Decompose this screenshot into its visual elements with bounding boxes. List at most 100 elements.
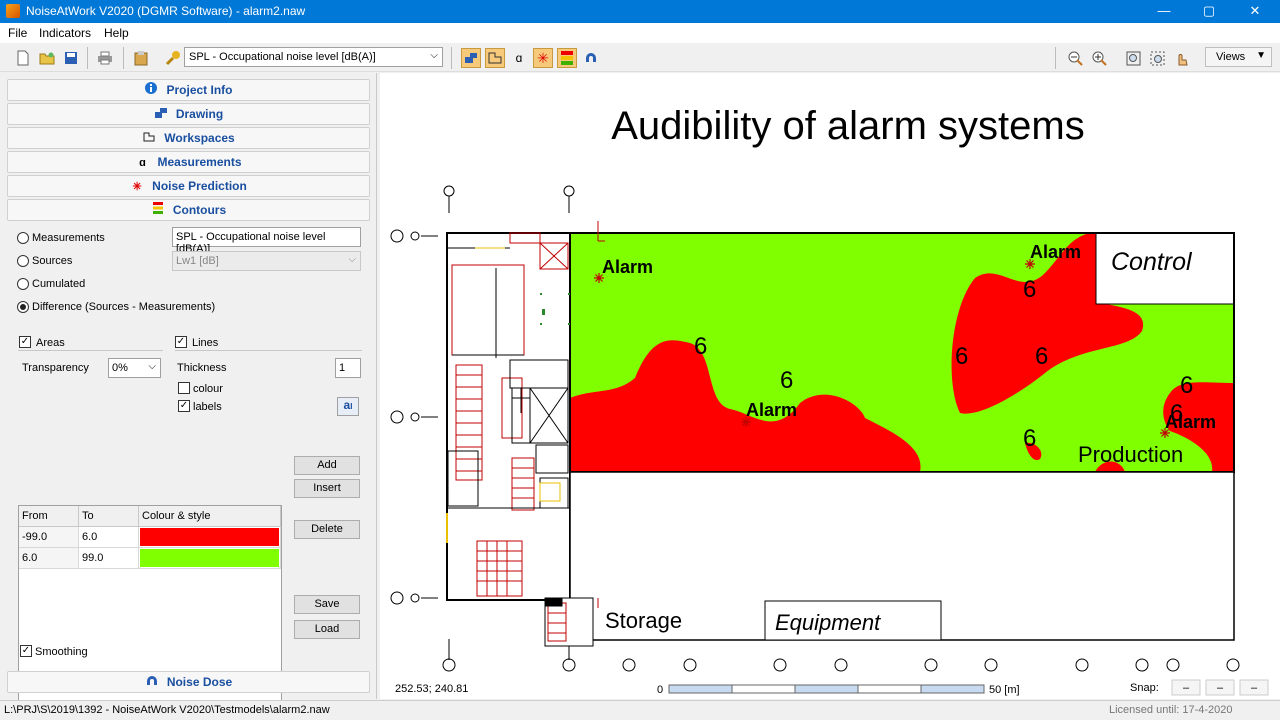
- app-icon: [6, 4, 20, 18]
- menu-help[interactable]: Help: [104, 26, 129, 40]
- thickness-input[interactable]: 1: [335, 358, 361, 378]
- radio-sources[interactable]: [17, 255, 29, 267]
- radio-measurements[interactable]: [17, 232, 29, 244]
- prediction-icon[interactable]: ✳: [533, 48, 553, 68]
- contour-label: 6: [1170, 400, 1183, 427]
- zoom-out-icon[interactable]: [1065, 48, 1085, 68]
- production-label: Production: [1078, 442, 1183, 467]
- delete-button[interactable]: Delete: [294, 520, 360, 539]
- sources-icon[interactable]: [461, 48, 481, 68]
- new-file-icon[interactable]: [13, 48, 33, 68]
- snap-value[interactable]: –: [1251, 682, 1258, 694]
- load-button[interactable]: Load: [294, 620, 360, 639]
- contours-icon: [151, 201, 165, 221]
- grid-marker: [443, 185, 455, 197]
- snap-value[interactable]: –: [1183, 682, 1190, 694]
- menu-bar: File Indicators Help: [0, 23, 1280, 43]
- labels-checkbox[interactable]: ✓: [178, 400, 190, 412]
- window-title: NoiseAtWork V2020 (DGMR Software) - alar…: [26, 4, 306, 18]
- alarm-label: Alarm: [1030, 242, 1081, 262]
- service-block: [446, 232, 571, 601]
- maximize-button[interactable]: ▢: [1186, 0, 1232, 23]
- control-label: Control: [1111, 248, 1193, 276]
- table-cell-from[interactable]: 6.0: [19, 548, 79, 569]
- contour-label: 6: [1180, 372, 1193, 399]
- table-cell-colour[interactable]: [139, 548, 281, 569]
- storage-label: Storage: [605, 608, 682, 633]
- close-button[interactable]: ✕: [1232, 0, 1278, 23]
- pan-icon[interactable]: [1171, 48, 1191, 68]
- measurement-icon[interactable]: ɑ: [509, 48, 529, 68]
- menu-indicators[interactable]: Indicators: [39, 26, 91, 40]
- save-button[interactable]: Save: [294, 595, 360, 614]
- zoom-in-icon[interactable]: [1089, 48, 1109, 68]
- workspace-icon[interactable]: [485, 48, 505, 68]
- radio-cumulated[interactable]: [17, 278, 29, 290]
- insert-button[interactable]: Insert: [294, 479, 360, 498]
- areas-label: Areas: [36, 337, 65, 349]
- noise-dose-icon: [145, 673, 159, 693]
- minimize-button[interactable]: —: [1141, 0, 1187, 23]
- contour-label: 6: [1023, 276, 1036, 303]
- status-bar: L:\PRJ\S\2019\1392 - NoiseAtWork V2020\T…: [0, 700, 1280, 720]
- section-noise-prediction[interactable]: ✳ Noise Prediction: [7, 175, 370, 197]
- areas-checkbox[interactable]: ✓: [19, 336, 31, 348]
- contour-label: 6: [1023, 425, 1036, 452]
- open-file-icon[interactable]: [37, 48, 57, 68]
- save-icon[interactable]: [61, 48, 81, 68]
- measurement-icon: ɑ: [139, 157, 146, 169]
- zoom-window-icon[interactable]: [1147, 48, 1167, 68]
- indicator-select[interactable]: SPL - Occupational noise level [dB(A)] ⌵: [184, 47, 443, 67]
- lines-label: Lines: [192, 337, 219, 349]
- title-bar: NoiseAtWork V2020 (DGMR Software) - alar…: [0, 0, 1280, 23]
- colour-checkbox[interactable]: [178, 382, 190, 394]
- colour-swatch-green: [140, 549, 279, 567]
- asterisk-icon: ✳: [132, 181, 142, 193]
- transparency-select[interactable]: 0% ⌵: [108, 358, 161, 378]
- alarm-label: Alarm: [746, 400, 797, 420]
- section-noise-dose[interactable]: Noise Dose: [7, 671, 370, 693]
- table-cell-colour[interactable]: [139, 527, 281, 548]
- column-header: From: [19, 506, 79, 527]
- radio-label: Cumulated: [32, 278, 86, 290]
- drawing-canvas[interactable]: Audibility of alarm systems Alarm Alarm …: [380, 73, 1280, 699]
- add-button[interactable]: Add: [294, 456, 360, 475]
- contour-label: 6: [780, 367, 793, 394]
- table-cell-from[interactable]: -99.0: [19, 527, 79, 548]
- chevron-down-icon: ⌵: [348, 254, 356, 265]
- menu-file[interactable]: File: [8, 26, 27, 40]
- views-dropdown[interactable]: Views ▼: [1205, 47, 1272, 67]
- snap-label: Snap:: [1130, 682, 1159, 694]
- lines-checkbox[interactable]: ✓: [175, 336, 187, 348]
- noise-dose-icon[interactable]: [581, 48, 601, 68]
- snap-boxes: – – –: [1171, 679, 1269, 696]
- scale-end: 50 [m]: [989, 684, 1020, 696]
- zoom-extents-icon[interactable]: [1123, 48, 1143, 68]
- license-info: Licensed until: 17-4-2020: [1109, 704, 1233, 716]
- snap-value[interactable]: –: [1217, 682, 1224, 694]
- contours-icon[interactable]: [557, 48, 577, 68]
- print-icon[interactable]: [95, 48, 115, 68]
- grid-marker: [563, 185, 575, 197]
- label-font-icon[interactable]: aI: [337, 397, 359, 416]
- table-cell-to[interactable]: 6.0: [79, 527, 139, 548]
- paste-icon[interactable]: [131, 48, 151, 68]
- radio-label: Measurements: [32, 232, 105, 244]
- colour-label: colour: [193, 383, 223, 395]
- section-drawing[interactable]: Drawing: [7, 103, 370, 125]
- smoothing-label: Smoothing: [35, 646, 88, 658]
- equipment-label: Equipment: [775, 610, 881, 635]
- smoothing-checkbox[interactable]: ✓: [20, 645, 32, 657]
- section-contours[interactable]: Contours: [7, 199, 370, 221]
- contour-label: 6: [1035, 343, 1048, 370]
- section-workspaces[interactable]: Workspaces: [7, 127, 370, 149]
- labels-label: labels: [193, 401, 222, 413]
- table-cell-to[interactable]: 99.0: [79, 548, 139, 569]
- measurements-indicator-field[interactable]: SPL - Occupational noise level [dB(A)]: [172, 227, 361, 255]
- radio-difference[interactable]: [17, 301, 29, 313]
- section-measurements[interactable]: ɑ Measurements: [7, 151, 370, 173]
- chevron-down-icon: ⌵: [430, 50, 438, 61]
- workspaces-icon: [142, 129, 156, 149]
- section-project-info[interactable]: Project Info: [7, 79, 370, 101]
- indicator-key-icon[interactable]: [163, 48, 183, 68]
